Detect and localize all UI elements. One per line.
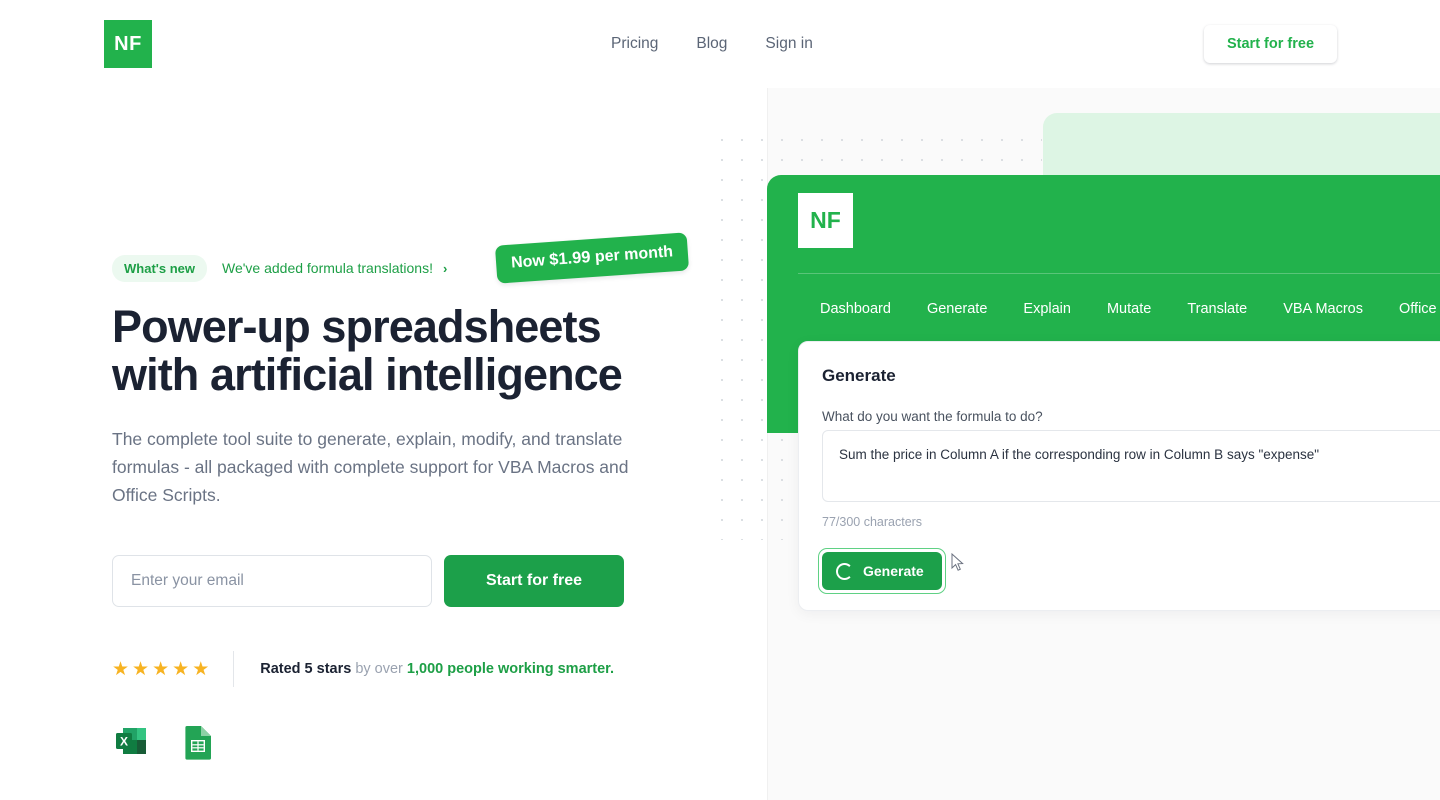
mock-nav-vba-macros[interactable]: VBA Macros bbox=[1265, 294, 1381, 324]
nav-link-blog[interactable]: Blog bbox=[677, 30, 746, 58]
mockup-nav: Dashboard Generate Explain Mutate Transl… bbox=[802, 294, 1440, 324]
email-input[interactable] bbox=[112, 555, 432, 607]
rating-bold-text: Rated 5 stars bbox=[260, 661, 352, 677]
generate-card: Generate What do you want the formula to… bbox=[798, 341, 1440, 611]
mock-nav-office-scripts[interactable]: Office Scripts bbox=[1381, 294, 1440, 324]
announcement-row: What's new We've added formula translati… bbox=[112, 232, 712, 284]
price-badge-prefix: Now bbox=[510, 252, 550, 272]
signup-form: Start for free bbox=[112, 555, 712, 607]
star-icon: ★ bbox=[152, 658, 170, 680]
hero-subheadline: The complete tool suite to generate, exp… bbox=[112, 429, 629, 505]
chevron-right-icon: › bbox=[442, 260, 448, 276]
mockup-logo-text: NF bbox=[810, 207, 841, 233]
site-logo[interactable]: NF bbox=[104, 20, 152, 68]
mock-nav-translate[interactable]: Translate bbox=[1169, 294, 1265, 324]
integration-icons: X bbox=[112, 723, 712, 766]
character-counter: 77/300 characters bbox=[822, 515, 923, 529]
mock-nav-generate[interactable]: Generate bbox=[909, 294, 1005, 324]
generate-button[interactable]: Generate bbox=[822, 552, 942, 590]
mock-nav-explain[interactable]: Explain bbox=[1005, 294, 1089, 324]
formula-prompt-textarea[interactable] bbox=[822, 430, 1440, 502]
price-badge-amount: $1.99 bbox=[548, 248, 592, 269]
generate-button-label: Generate bbox=[863, 563, 924, 579]
svg-text:X: X bbox=[120, 735, 128, 749]
star-icon: ★ bbox=[132, 658, 150, 680]
formula-prompt-label: What do you want the formula to do? bbox=[822, 409, 1043, 424]
rating-muted-text: by over bbox=[351, 661, 407, 677]
star-icon: ★ bbox=[112, 658, 130, 680]
loading-spinner-icon bbox=[836, 562, 853, 580]
mock-nav-dashboard[interactable]: Dashboard bbox=[802, 294, 909, 324]
mockup-header-divider bbox=[798, 273, 1440, 274]
rating-green-text: 1,000 people working smarter. bbox=[406, 661, 615, 677]
google-sheets-icon bbox=[184, 723, 214, 766]
hero-start-for-free-button[interactable]: Start for free bbox=[444, 555, 624, 607]
nav-link-sign-in[interactable]: Sign in bbox=[746, 30, 831, 58]
mouse-cursor-icon bbox=[951, 552, 965, 577]
excel-icon: X bbox=[112, 723, 150, 766]
rating-text: Rated 5 stars by over 1,000 people worki… bbox=[234, 661, 614, 677]
site-header: NF Pricing Blog Sign in Start for free bbox=[0, 0, 1440, 88]
mockup-logo: NF bbox=[798, 193, 853, 248]
star-icon: ★ bbox=[172, 658, 190, 680]
header-start-for-free-button[interactable]: Start for free bbox=[1204, 25, 1337, 63]
header-cta-label: Start for free bbox=[1226, 36, 1315, 52]
price-badge-suffix: per month bbox=[589, 243, 674, 267]
whats-new-badge[interactable]: What's new bbox=[112, 254, 207, 282]
generate-card-title: Generate bbox=[822, 366, 896, 385]
announcement-link[interactable]: We've added formula translations! › bbox=[222, 260, 447, 276]
primary-nav: Pricing Blog Sign in bbox=[592, 30, 832, 58]
announcement-text: We've added formula translations! bbox=[222, 260, 433, 276]
site-logo-text: NF bbox=[114, 32, 142, 55]
price-promo-badge: Now $1.99 per month bbox=[494, 232, 690, 284]
landing-page: NF Pricing Blog Sign in Start for free W… bbox=[0, 0, 1440, 800]
mock-nav-mutate[interactable]: Mutate bbox=[1089, 294, 1169, 324]
hero-section: What's new We've added formula translati… bbox=[112, 232, 712, 766]
rating-row: ★ ★ ★ ★ ★ Rated 5 stars by over 1,000 pe… bbox=[112, 651, 712, 687]
hero-headline: Power-up spreadsheets with artificial in… bbox=[112, 301, 623, 400]
generate-button-focus-ring: Generate bbox=[818, 548, 946, 594]
nav-link-pricing[interactable]: Pricing bbox=[592, 30, 677, 58]
star-icon: ★ bbox=[192, 658, 210, 680]
star-rating: ★ ★ ★ ★ ★ bbox=[112, 660, 233, 679]
